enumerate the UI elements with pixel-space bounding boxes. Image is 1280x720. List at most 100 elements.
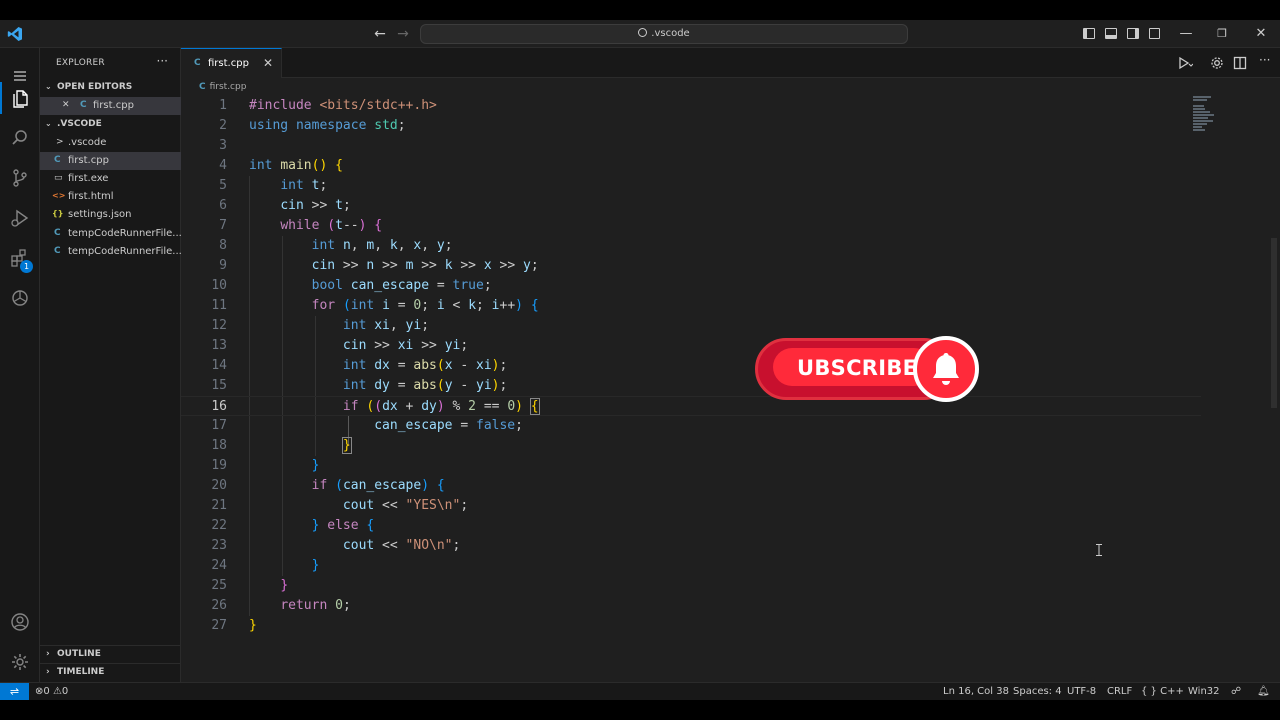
code-editor[interactable]: Cfirst.cpp 1 #include <bits/stdc++.h> 2 us…	[181, 78, 1280, 682]
code-line: 2 using namespace std;	[219, 118, 406, 133]
explorer-title: EXPLORER	[56, 58, 105, 68]
outline-section[interactable]: › OUTLINE	[40, 645, 181, 663]
vscode-logo-icon	[7, 27, 22, 41]
run-debug-button[interactable]	[0, 198, 40, 238]
folder-label: .VSCODE	[57, 119, 102, 129]
bell-icon	[933, 353, 959, 385]
search-icon	[638, 28, 648, 37]
settings-gear-icon[interactable]	[1210, 56, 1224, 70]
tree-item-first-exe[interactable]: ▭ first.exe	[40, 170, 181, 188]
code-line: 15 int dy = abs(y - yi);	[211, 378, 508, 393]
indentation-setting[interactable]: Spaces: 4	[1013, 686, 1062, 697]
code-line: 10 bool can_escape = true;	[211, 278, 492, 293]
activity-bar: 1	[0, 48, 40, 682]
source-control-button[interactable]	[0, 158, 40, 198]
more-actions-icon[interactable]: ···	[157, 54, 168, 68]
gear-icon	[12, 654, 28, 670]
code-line: 12 int xi, yi;	[211, 318, 430, 333]
tab-label: first.cpp	[208, 58, 249, 69]
close-window-button[interactable]: ✕	[1251, 24, 1271, 44]
braces-icon: { }	[1141, 686, 1157, 697]
minimize-button[interactable]: —	[1176, 24, 1196, 44]
bell-button[interactable]	[913, 336, 979, 402]
code-line-current: 16 if ((dx + dy) % 2 == 0) {	[181, 396, 1201, 416]
encoding-setting[interactable]: UTF-8	[1067, 686, 1096, 697]
toggle-panel-icon[interactable]	[1105, 28, 1117, 39]
open-editor-item[interactable]: ✕ C first.cpp	[40, 97, 181, 115]
open-editors-label: OPEN EDITORS	[57, 82, 133, 92]
notifications-bell-icon[interactable]: 🔔︎	[1257, 686, 1270, 697]
breadcrumb[interactable]: Cfirst.cpp	[199, 82, 246, 92]
video-letterbox-bottom	[0, 700, 1280, 720]
explorer-sidebar: EXPLORER ··· ⌄ OPEN EDITORS ✕ C first.cp…	[40, 48, 181, 682]
restore-button[interactable]: ❐	[1212, 24, 1232, 44]
chevron-right-icon: ›	[46, 667, 50, 677]
html-file-icon: <>	[52, 191, 66, 200]
open-editors-section[interactable]: ⌄ OPEN EDITORS	[40, 79, 181, 97]
tree-item-settings-json[interactable]: {} settings.json	[40, 206, 181, 224]
problems-indicator[interactable]: ⊗0 ⚠0	[35, 686, 68, 697]
timeline-section[interactable]: › TIMELINE	[40, 663, 181, 681]
code-line: 18 }	[211, 437, 352, 454]
forward-button[interactable]: →	[394, 25, 412, 43]
toggle-secondary-sidebar-icon[interactable]	[1127, 28, 1139, 39]
cpp-file-icon: C	[194, 58, 201, 68]
close-icon[interactable]: ✕	[62, 100, 70, 110]
chevron-down-icon: ⌄	[45, 82, 52, 91]
chevron-right-icon: ›	[46, 649, 50, 659]
subscribe-overlay[interactable]: UBSCRIBE	[755, 336, 983, 402]
tab-first-cpp[interactable]: C first.cpp ✕	[181, 48, 282, 78]
breadcrumb-file: first.cpp	[209, 82, 247, 92]
json-file-icon: {}	[52, 209, 64, 218]
language-mode[interactable]: { } C++	[1141, 686, 1184, 697]
tree-item-first-html[interactable]: <> first.html	[40, 188, 181, 206]
toggle-primary-sidebar-icon[interactable]	[1083, 28, 1095, 39]
split-editor-icon[interactable]	[1233, 56, 1247, 70]
editor-scrollbar[interactable]	[1271, 238, 1277, 408]
eol-setting[interactable]: CRLF	[1107, 686, 1132, 697]
code-line: 9 cin >> n >> m >> k >> x >> y;	[219, 258, 539, 273]
manage-button[interactable]	[0, 642, 40, 682]
command-center-text: .vscode	[651, 28, 690, 39]
source-control-icon	[13, 169, 27, 187]
close-tab-icon[interactable]: ✕	[263, 56, 273, 70]
code-line: 17 can_escape = false;	[211, 418, 523, 433]
command-center-search[interactable]: .vscode	[420, 24, 908, 44]
run-code-icon[interactable]	[1177, 56, 1193, 70]
code-line: 7 while (t--) {	[219, 218, 383, 233]
more-actions-icon[interactable]: ···	[1259, 53, 1270, 67]
remote-indicator-button[interactable]: ⇌	[0, 683, 29, 701]
files-icon	[13, 90, 28, 108]
accounts-button[interactable]	[0, 602, 40, 642]
tree-item-tempcoderunner-1[interactable]: C tempCodeRunnerFile....	[40, 225, 181, 243]
customize-layout-icon[interactable]	[1149, 28, 1160, 39]
chevron-right-icon: >	[56, 137, 64, 147]
subscribe-text: UBSCRIBE	[797, 356, 918, 380]
timeline-label: TIMELINE	[57, 667, 105, 677]
chevron-down-icon: ⌄	[45, 119, 52, 128]
tree-item-first-cpp[interactable]: C first.cpp	[40, 152, 181, 170]
code-line: 8 int n, m, k, x, y;	[219, 238, 453, 253]
extensions-button[interactable]: 1	[0, 238, 40, 278]
code-line: 13 cin >> xi >> yi;	[211, 338, 469, 353]
search-view-button[interactable]	[0, 118, 40, 158]
tree-item-tempcoderunner-2[interactable]: C tempCodeRunnerFile....	[40, 243, 181, 261]
code-line: 14 int dx = abs(x - xi);	[211, 358, 508, 373]
back-button[interactable]: ←	[371, 25, 389, 43]
feedback-icon[interactable]: ☍	[1231, 686, 1241, 697]
title-bar: ← → .vscode — ❐ ✕	[0, 20, 1280, 48]
cpp-file-icon: C	[54, 228, 61, 238]
chatgpt-extension-button[interactable]	[0, 278, 40, 318]
platform-indicator[interactable]: Win32	[1188, 686, 1220, 697]
video-letterbox-top	[0, 0, 1280, 20]
code-line: 3	[219, 138, 227, 153]
minimap[interactable]	[1193, 96, 1223, 136]
editor-tabs: C first.cpp ✕ ···	[181, 48, 1280, 78]
folder-section[interactable]: ⌄ .VSCODE	[40, 116, 181, 134]
tree-item-vscode-folder[interactable]: > .vscode	[40, 134, 181, 152]
run-debug-icon	[11, 209, 29, 227]
cpp-file-icon: C	[54, 155, 61, 165]
explorer-view-button[interactable]	[0, 78, 40, 118]
search-view-icon	[12, 130, 27, 145]
cursor-position[interactable]: Ln 16, Col 38	[943, 686, 1009, 697]
